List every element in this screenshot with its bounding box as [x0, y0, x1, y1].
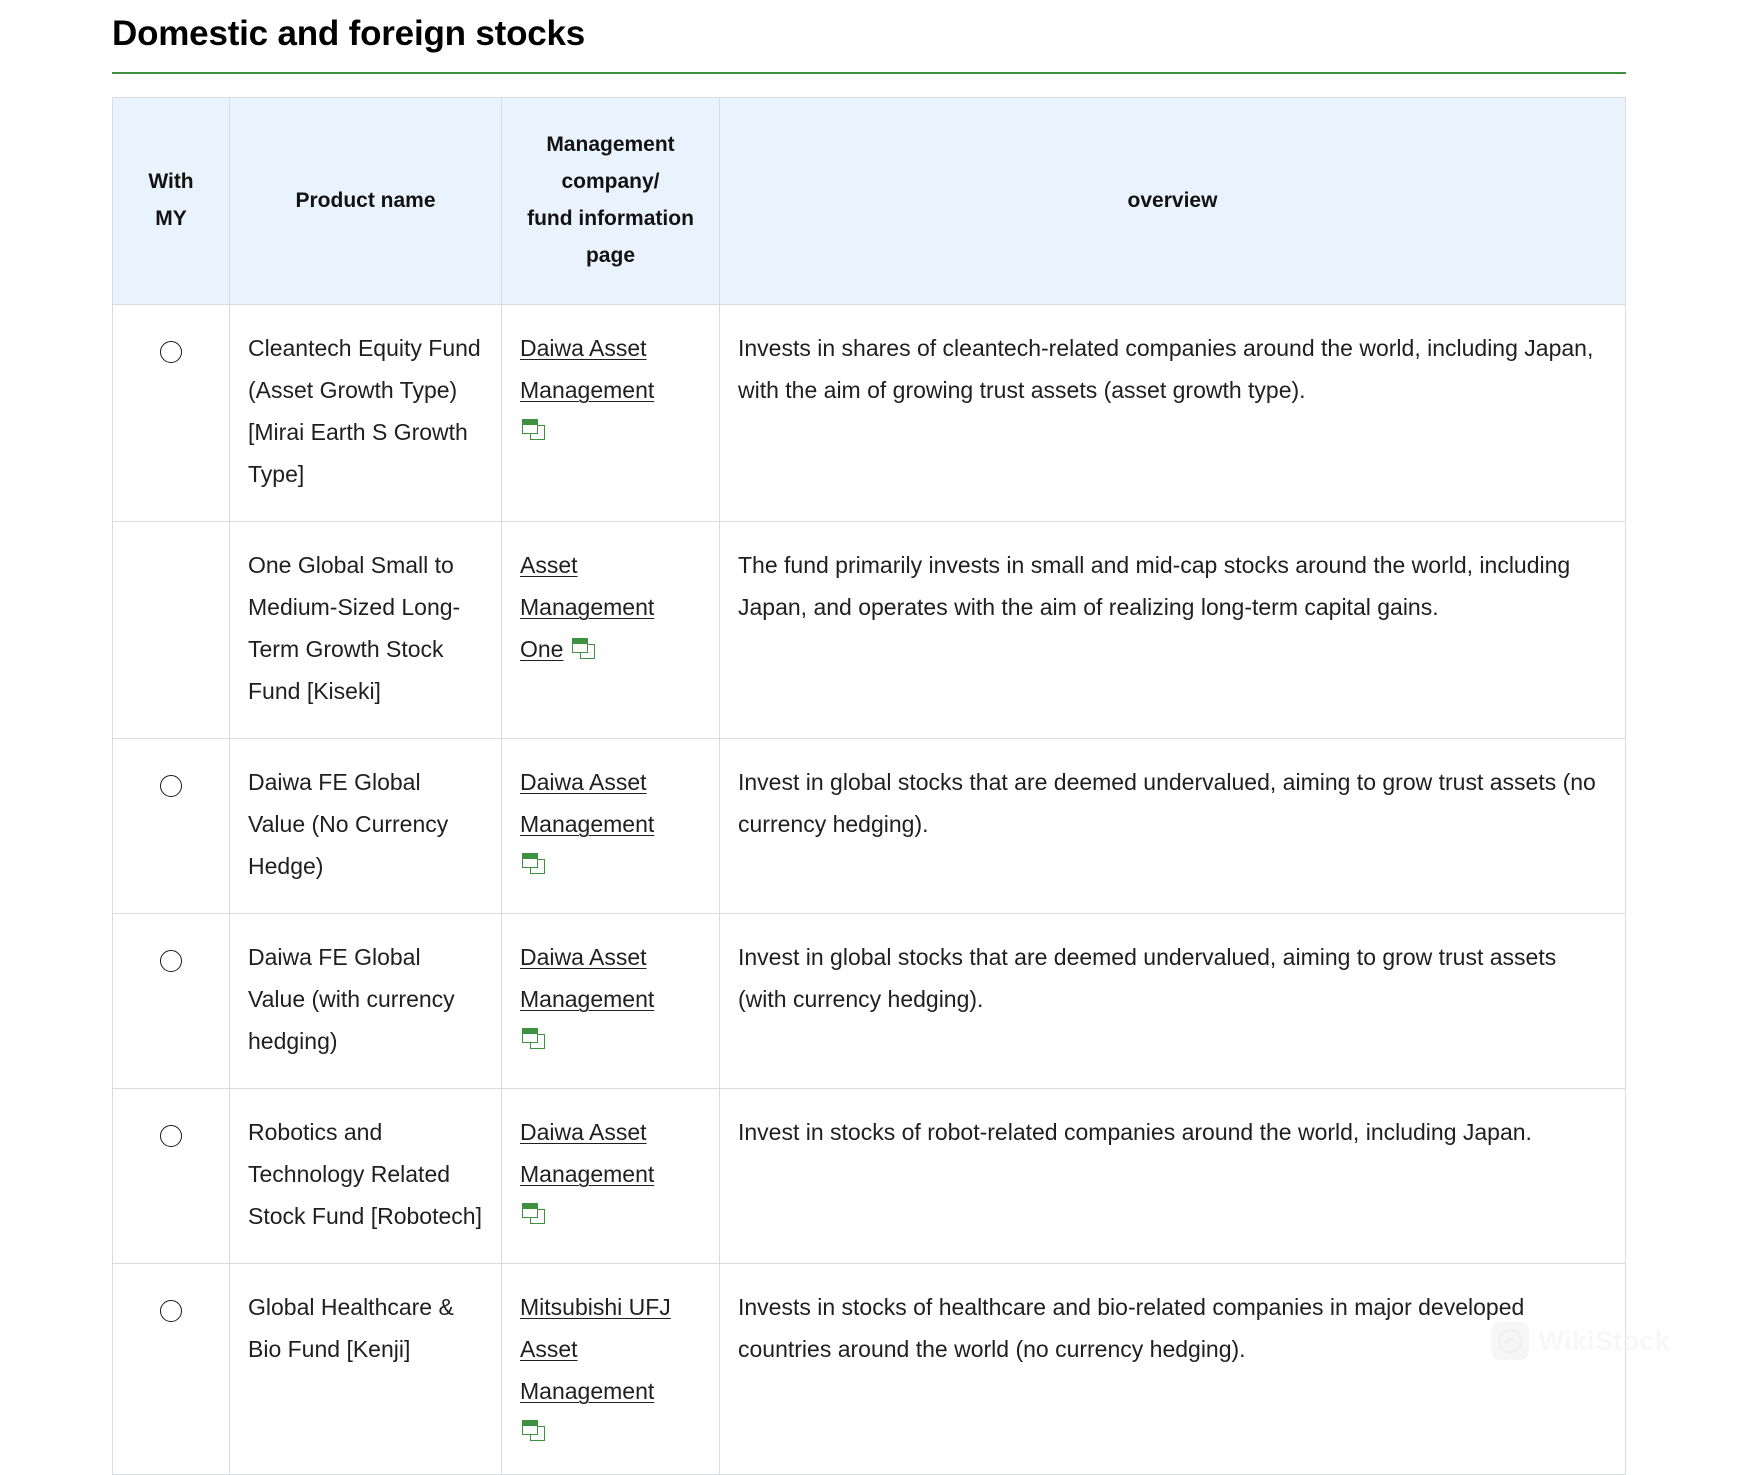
management-company-link[interactable]: Daiwa Asset Management — [520, 1119, 654, 1187]
available-circle-icon — [160, 1300, 182, 1322]
table-row: Robotics and Technology Related Stock Fu… — [112, 1088, 1626, 1264]
cell-product-name: Daiwa FE Global Value (with currency hed… — [229, 913, 502, 1089]
fund-products-table: With MY Product name Management company/… — [112, 97, 1626, 1475]
cell-overview: Invest in global stocks that are deemed … — [719, 738, 1626, 914]
management-company-link[interactable]: Mitsubishi UFJ Asset Management — [520, 1294, 671, 1404]
column-header-management-company: Management company/ fund information pag… — [501, 97, 720, 305]
table-header-row: With MY Product name Management company/… — [112, 97, 1626, 305]
column-header-company-line4: page — [585, 244, 635, 267]
icon-line — [520, 845, 701, 881]
external-window-icon[interactable] — [522, 853, 546, 875]
management-company-link[interactable]: Daiwa Asset Management — [520, 335, 654, 403]
cell-management-company: Asset Management One — [501, 521, 720, 739]
cell-product-name: Daiwa FE Global Value (No Currency Hedge… — [229, 738, 502, 914]
icon-line — [520, 1020, 701, 1056]
cell-product-name: One Global Small to Medium-Sized Long-Te… — [229, 521, 502, 739]
available-circle-icon — [160, 775, 182, 797]
cell-overview: Invest in global stocks that are deemed … — [719, 913, 1626, 1089]
column-header-company-line3: fund information — [527, 207, 694, 230]
cell-with-my — [112, 304, 230, 522]
icon-line — [520, 1412, 701, 1448]
cell-overview: Invests in stocks of healthcare and bio-… — [719, 1263, 1626, 1475]
cell-product-name: Global Healthcare & Bio Fund [Kenji] — [229, 1263, 502, 1475]
cell-with-my — [112, 738, 230, 914]
external-window-icon[interactable] — [522, 419, 546, 441]
icon-line — [520, 1195, 701, 1231]
title-divider — [112, 72, 1626, 74]
icon-line — [520, 411, 701, 447]
cell-product-name: Cleantech Equity Fund (Asset Growth Type… — [229, 304, 502, 522]
column-header-company-line1: Management — [546, 133, 675, 156]
page-container: Domestic and foreign stocks With MY Prod… — [0, 0, 1738, 1475]
cell-with-my — [112, 521, 230, 739]
column-header-with-my-line1: With — [148, 170, 194, 193]
cell-management-company: Daiwa Asset Management — [501, 738, 720, 914]
page-title: Domestic and foreign stocks — [112, 14, 586, 53]
external-window-icon[interactable] — [571, 638, 596, 660]
table-row: One Global Small to Medium-Sized Long-Te… — [112, 521, 1626, 739]
cell-overview: Invests in shares of cleantech-related c… — [719, 304, 1626, 522]
external-window-icon[interactable] — [522, 1420, 546, 1442]
table-row: Global Healthcare & Bio Fund [Kenji] Mits… — [112, 1263, 1626, 1475]
available-circle-icon — [160, 1125, 182, 1147]
management-company-link[interactable]: Daiwa Asset Management — [520, 769, 654, 837]
cell-management-company: Mitsubishi UFJ Asset Management — [501, 1263, 720, 1475]
cell-product-name: Robotics and Technology Related Stock Fu… — [229, 1088, 502, 1264]
available-circle-icon — [160, 950, 182, 972]
cell-overview: Invest in stocks of robot-related compan… — [719, 1088, 1626, 1264]
cell-overview: The fund primarily invests in small and … — [719, 521, 1626, 739]
cell-management-company: Daiwa Asset Management — [501, 1088, 720, 1264]
column-header-overview: overview — [719, 97, 1626, 305]
table-body: Cleantech Equity Fund (Asset Growth Type… — [112, 304, 1626, 1475]
table-row: Daiwa FE Global Value (with currency hed… — [112, 913, 1626, 1089]
available-circle-icon — [160, 341, 182, 363]
column-header-company-line2: company/ — [561, 170, 660, 193]
cell-management-company: Daiwa Asset Management — [501, 913, 720, 1089]
external-window-icon[interactable] — [522, 1028, 546, 1050]
cell-management-company: Daiwa Asset Management — [501, 304, 720, 522]
cell-with-my — [112, 1263, 230, 1475]
column-header-with-my: With MY — [112, 97, 230, 305]
management-company-link[interactable]: Daiwa Asset Management — [520, 944, 654, 1012]
column-header-product-name: Product name — [229, 97, 502, 305]
external-window-icon[interactable] — [522, 1203, 546, 1225]
column-header-with-my-line2: MY — [155, 207, 187, 230]
cell-with-my — [112, 913, 230, 1089]
table-row: Cleantech Equity Fund (Asset Growth Type… — [112, 304, 1626, 522]
table-header: With MY Product name Management company/… — [112, 97, 1626, 305]
table-row: Daiwa FE Global Value (No Currency Hedge… — [112, 738, 1626, 914]
cell-with-my — [112, 1088, 230, 1264]
